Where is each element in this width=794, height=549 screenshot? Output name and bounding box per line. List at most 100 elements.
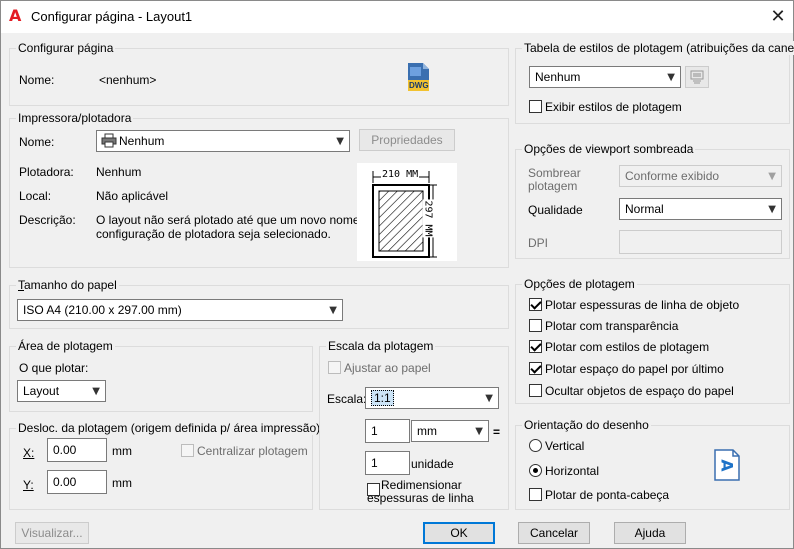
edit-plot-style-button[interactable] <box>685 66 709 88</box>
hide-paperspace-objects-checkbox[interactable] <box>529 384 542 397</box>
scale-value: 1:1 <box>371 390 394 406</box>
plot-upside-down-checkbox[interactable] <box>529 488 542 501</box>
landscape-radio[interactable] <box>529 464 542 477</box>
fit-to-paper-label: Ajustar ao papel <box>344 361 431 375</box>
plot-with-styles-label: Plotar com estilos de plotagem <box>545 340 710 354</box>
paper-preview: 210 MM 297 MM <box>357 163 457 261</box>
fit-to-paper-checkbox[interactable] <box>328 361 341 374</box>
page-setup-title: Configurar página <box>16 41 116 55</box>
plot-what-select[interactable]: Layout ▼ <box>17 380 106 402</box>
plot-transparency-label: Plotar com transparência <box>545 319 679 333</box>
plot-offset-title: Desloc. da plotagem (origem definida p/ … <box>16 421 323 435</box>
printer-select-value: Nenhum <box>119 134 165 148</box>
quality-value: Normal <box>625 202 664 216</box>
cancel-button[interactable]: Cancelar <box>518 522 590 544</box>
scale-bottom-input[interactable]: 1 <box>365 451 410 475</box>
plot-style-editor-icon <box>690 70 704 84</box>
plot-upside-down-label: Plotar de ponta-cabeça <box>545 488 670 502</box>
plot-area-title: Área de plotagem <box>16 339 115 353</box>
shade-plot-select[interactable]: Conforme exibido ▼ <box>619 165 782 187</box>
ok-button[interactable]: OK <box>423 522 495 544</box>
plot-object-lineweights-label: Plotar espessuras de linha de objeto <box>545 298 740 312</box>
scale-equals-sign: = <box>493 425 501 439</box>
quality-select[interactable]: Normal ▼ <box>619 198 782 220</box>
page-setup-group: Configurar página <box>9 41 509 106</box>
chevron-down-icon: ▼ <box>92 386 100 397</box>
orientation-glyph: A <box>717 459 737 472</box>
paper-size-title-rest: amanho do papel <box>24 278 117 292</box>
properties-button[interactable]: Propriedades <box>359 129 455 151</box>
chevron-down-icon: ▼ <box>336 136 344 147</box>
plot-object-lineweights-checkbox[interactable] <box>529 298 542 311</box>
center-plot-label: Centralizar plotagem <box>197 444 308 458</box>
help-button[interactable]: Ajuda <box>614 522 686 544</box>
scale-select[interactable]: 1:1 ▼ <box>365 387 499 409</box>
center-plot-checkbox[interactable] <box>181 444 194 457</box>
window-title: Configurar página - Layout1 <box>31 9 193 24</box>
scale-top-input[interactable]: 1 <box>365 419 410 443</box>
shade-plot-label-1: Sombrear <box>528 166 581 180</box>
portrait-label: Vertical <box>545 439 585 453</box>
paper-size-select[interactable]: ISO A4 (210.00 x 297.00 mm) ▼ <box>17 299 343 321</box>
chevron-down-icon: ▼ <box>475 426 483 437</box>
dpi-input[interactable] <box>619 230 782 254</box>
scale-lineweights-label-2: espessuras de linha <box>367 491 474 505</box>
printer-title: Impressora/plotadora <box>16 111 134 125</box>
dwg-file-icon: DWG <box>406 62 430 92</box>
offset-y-label: Y: <box>23 478 34 492</box>
chevron-down-icon: ▼ <box>667 72 675 83</box>
chevron-down-icon: ▼ <box>768 171 776 182</box>
shade-plot-value: Conforme exibido <box>625 169 720 183</box>
offset-y-input[interactable]: 0.00 <box>47 470 107 494</box>
quality-label: Qualidade <box>528 203 583 217</box>
scale-unit-select[interactable]: mm ▼ <box>411 420 489 442</box>
plot-scale-title: Escala da plotagem <box>326 339 436 353</box>
plot-what-value: Layout <box>23 384 60 398</box>
plot-style-table-title: Tabela de estilos de plotagem (atribuiçõ… <box>522 41 794 55</box>
autocad-logo-icon: A <box>9 6 22 25</box>
page-setup-name-label: Nome: <box>19 73 55 87</box>
scale-label: Escala: <box>327 392 367 406</box>
description-label: Descrição: <box>19 213 76 227</box>
dpi-label: DPI <box>528 236 549 250</box>
preview-height-label: 297 MM <box>422 199 434 238</box>
display-plot-styles-checkbox[interactable] <box>529 100 542 113</box>
page-setup-dialog: A Configurar página - Layout1 ✕ Configur… <box>0 0 794 549</box>
shade-plot-label-2: plotagem <box>528 179 578 193</box>
printer-icon <box>101 133 117 148</box>
location-value: Não aplicável <box>96 189 169 203</box>
hide-paperspace-objects-label: Ocultar objetos de espaço do papel <box>545 384 734 398</box>
printer-name-label: Nome: <box>19 135 55 149</box>
offset-x-input[interactable]: 0.00 <box>47 438 107 462</box>
offset-x-unit: mm <box>112 444 132 458</box>
location-label: Local: <box>19 189 52 203</box>
description-line-1: O layout não será plotado até que um nov… <box>96 213 377 227</box>
plot-paperspace-last-checkbox[interactable] <box>529 362 542 375</box>
preview-button[interactable]: Visualizar... <box>15 522 89 544</box>
scale-lineweights-label-1: Redimensionar <box>381 478 462 492</box>
paper-size-title: Tamanho do papel <box>16 278 119 292</box>
plot-with-styles-checkbox[interactable] <box>529 340 542 353</box>
title-bar: A Configurar página - Layout1 ✕ <box>1 1 793 33</box>
plot-options-title: Opções de plotagem <box>522 277 637 291</box>
shaded-viewport-title: Opções de viewport sombreada <box>522 142 696 156</box>
display-plot-styles-label: Exibir estilos de plotagem <box>545 100 682 114</box>
plot-paperspace-last-label: Plotar espaço do papel por último <box>545 362 724 376</box>
plot-style-table-select[interactable]: Nenhum ▼ <box>529 66 681 88</box>
offset-y-unit: mm <box>112 476 132 490</box>
plot-style-table-value: Nenhum <box>535 70 581 84</box>
scale-unit-value: mm <box>417 424 437 438</box>
close-icon[interactable]: ✕ <box>763 4 793 30</box>
plot-area-group: Área de plotagem <box>9 339 313 412</box>
printer-select[interactable]: Nenhum ▼ <box>96 130 350 152</box>
plotter-value: Nenhum <box>96 165 142 179</box>
chevron-down-icon: ▼ <box>485 393 493 404</box>
offset-x-label: X: <box>23 446 35 460</box>
paper-size-value: ISO A4 (210.00 x 297.00 mm) <box>23 303 182 317</box>
plot-what-label: O que plotar: <box>19 361 89 375</box>
chevron-down-icon: ▼ <box>768 204 776 215</box>
plotter-label: Plotadora: <box>19 165 74 179</box>
portrait-radio[interactable] <box>529 439 542 452</box>
orientation-title: Orientação do desenho <box>522 418 651 432</box>
plot-transparency-checkbox[interactable] <box>529 319 542 332</box>
